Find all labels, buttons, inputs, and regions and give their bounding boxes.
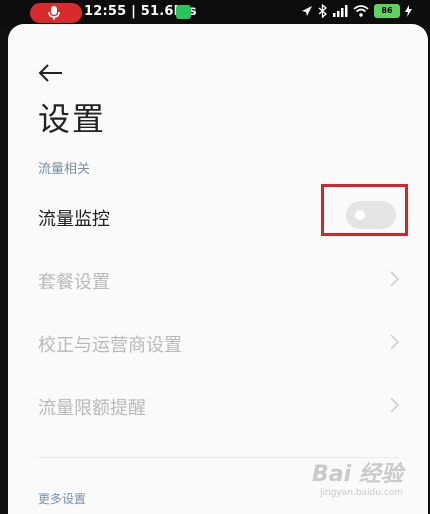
plan-settings-row[interactable]: 套餐设置	[38, 268, 110, 294]
bluetooth-icon	[318, 4, 327, 18]
wifi-icon	[353, 5, 369, 17]
back-arrow-icon[interactable]	[36, 58, 66, 88]
location-icon	[302, 6, 312, 16]
wechat-notification-icon	[176, 5, 191, 19]
watermark-url: jingyan.baidu.com	[320, 488, 404, 498]
traffic-monitor-label: 流量监控	[38, 209, 110, 230]
traffic-limit-reminder-row[interactable]: 流量限额提醒	[38, 394, 146, 420]
section-header-more: 更多设置	[38, 492, 87, 506]
traffic-limit-reminder-label: 流量限额提醒	[38, 398, 146, 419]
settings-panel: 设置 流量相关 流量监控 套餐设置 校正与运营商设置 流量限额提醒 更多设置 B…	[8, 24, 428, 514]
calibration-carrier-row[interactable]: 校正与运营商设置	[38, 331, 182, 357]
status-icons: 86	[301, 4, 412, 18]
screen-record-indicator[interactable]	[30, 3, 82, 23]
watermark-logo: Bai 经验	[312, 462, 403, 487]
chevron-right-icon	[390, 397, 400, 413]
plan-settings-label: 套餐设置	[38, 272, 110, 293]
red-highlight-box	[321, 184, 408, 236]
chevron-right-icon	[390, 334, 400, 350]
page-title: 设置	[38, 100, 107, 138]
charging-icon	[405, 5, 412, 17]
chevron-right-icon	[390, 271, 400, 287]
baidu-jingyan-watermark: Bai 经验 jingyan.baidu.com	[312, 456, 403, 498]
status-bar: 12:55 | 51.6K/s 86	[0, 0, 430, 26]
traffic-monitor-row[interactable]: 流量监控	[38, 205, 110, 231]
calibration-carrier-label: 校正与运营商设置	[38, 335, 182, 356]
signal-icon	[333, 5, 348, 17]
microphone-icon	[48, 6, 60, 20]
battery-icon: 86	[374, 4, 400, 18]
section-header-traffic: 流量相关	[38, 162, 91, 177]
